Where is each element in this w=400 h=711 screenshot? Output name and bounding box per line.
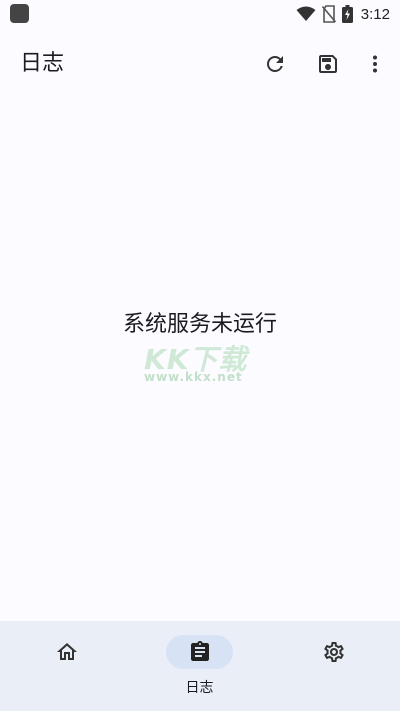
status-icons: 3:12 bbox=[296, 4, 390, 24]
save-button[interactable] bbox=[312, 48, 344, 80]
battery-charging-icon bbox=[341, 5, 353, 23]
wifi-icon bbox=[296, 6, 316, 21]
nav-indicator bbox=[33, 635, 100, 669]
nav-item-settings[interactable] bbox=[267, 621, 400, 711]
no-sim-icon bbox=[321, 5, 336, 23]
more-vert-icon bbox=[373, 55, 377, 73]
status-bar: 3:12 bbox=[0, 0, 400, 28]
nav-indicator-active bbox=[166, 635, 233, 669]
page-title: 日志 bbox=[20, 51, 65, 76]
log-content: 系统服务未运行 KK下载 www.kkx.net bbox=[0, 92, 400, 621]
top-app-bar: 日志 bbox=[0, 36, 400, 92]
gear-icon bbox=[323, 641, 344, 662]
app-notification-icon bbox=[10, 4, 29, 23]
save-icon bbox=[319, 55, 337, 73]
watermark: KK下载 www.kkx.net bbox=[140, 338, 270, 388]
home-icon bbox=[56, 643, 77, 660]
refresh-icon bbox=[267, 56, 283, 72]
watermark-url: www.kkx.net bbox=[144, 370, 243, 384]
nav-item-log[interactable]: 日志 bbox=[133, 621, 266, 711]
status-time: 3:12 bbox=[360, 5, 390, 23]
nav-indicator bbox=[300, 635, 367, 669]
more-options-button[interactable] bbox=[359, 48, 391, 80]
empty-state-message: 系统服务未运行 bbox=[122, 312, 277, 337]
refresh-button[interactable] bbox=[259, 48, 291, 80]
bottom-navigation: 日志 bbox=[0, 621, 400, 711]
clipboard-icon bbox=[190, 641, 209, 661]
nav-item-home[interactable] bbox=[0, 621, 133, 711]
nav-label-log: 日志 bbox=[185, 680, 214, 696]
